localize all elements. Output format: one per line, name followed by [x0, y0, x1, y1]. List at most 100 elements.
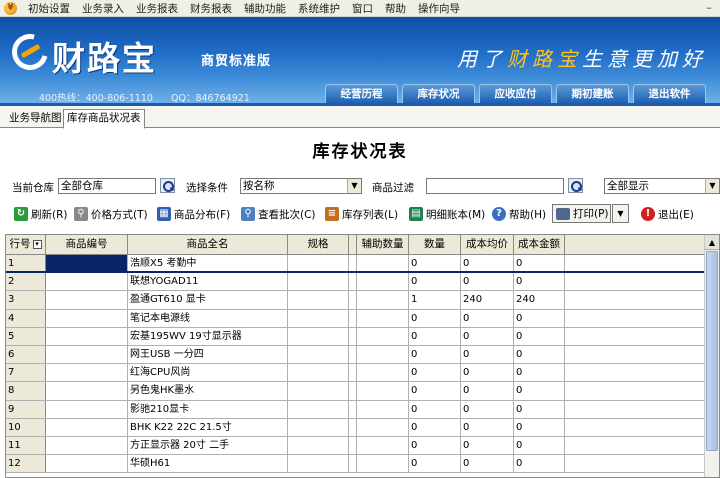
- spec-cell[interactable]: [288, 455, 349, 473]
- col-header-narrow[interactable]: [349, 235, 357, 255]
- row-number-cell[interactable]: 9: [6, 400, 46, 418]
- product-name-cell[interactable]: 红海CPU风尚: [128, 364, 288, 382]
- cost-amount-cell[interactable]: 0: [514, 273, 565, 291]
- table-row[interactable]: 5 宏基195WV 19寸显示器 0 0 0: [6, 327, 706, 346]
- table-row[interactable]: 1 浩顺X5 考勤中 0 0 0: [6, 255, 706, 274]
- menu-item-business-entry[interactable]: 业务录入: [76, 1, 130, 16]
- narrow-cell[interactable]: [349, 273, 357, 291]
- view-batch-button[interactable]: ⚲ 查看批次(C): [241, 203, 316, 225]
- avg-cost-cell[interactable]: 0: [461, 400, 514, 418]
- spec-cell[interactable]: [288, 255, 349, 272]
- row-number-cell[interactable]: 10: [6, 418, 46, 436]
- row-number-cell[interactable]: 6: [6, 345, 46, 364]
- product-name-cell[interactable]: 浩顺X5 考勤中: [128, 255, 288, 272]
- detail-ledger-button[interactable]: ▤ 明细账本(M): [409, 203, 485, 225]
- print-button[interactable]: 打印(P): [552, 204, 611, 223]
- aux-qty-cell[interactable]: [357, 400, 409, 418]
- quantity-cell[interactable]: 0: [409, 400, 461, 418]
- menu-item-auxiliary[interactable]: 辅助功能: [238, 1, 292, 16]
- chevron-down-icon[interactable]: ▼: [347, 179, 361, 193]
- table-row[interactable]: 9 影驰210显卡 0 0 0: [6, 400, 706, 419]
- product-name-cell[interactable]: 华硕H61: [128, 455, 288, 473]
- col-header-row-no[interactable]: 行号 ▾: [6, 235, 46, 255]
- avg-cost-cell[interactable]: 0: [461, 345, 514, 364]
- exit-button[interactable]: ! 退出(E): [641, 203, 694, 225]
- aux-qty-cell[interactable]: [357, 382, 409, 400]
- product-name-cell[interactable]: BHK K22 22C 21.5寸: [128, 418, 288, 436]
- chevron-down-icon[interactable]: ▼: [705, 179, 719, 193]
- product-code-cell[interactable]: [46, 345, 128, 364]
- aux-qty-cell[interactable]: [357, 291, 409, 309]
- product-name-cell[interactable]: 方正显示器 20寸 二手: [128, 436, 288, 455]
- spec-cell[interactable]: [288, 327, 349, 345]
- table-row[interactable]: 10 BHK K22 22C 21.5寸 0 0 0: [6, 418, 706, 437]
- table-row[interactable]: 2 联想YOGAD11 0 0 0: [6, 273, 706, 292]
- table-row[interactable]: 6 网王USB 一分四 0 0 0: [6, 345, 706, 365]
- price-mode-button[interactable]: ⚲ 价格方式(T): [74, 203, 148, 225]
- nav-tab-inventory-status[interactable]: 库存状况: [402, 84, 475, 103]
- narrow-cell[interactable]: [349, 436, 357, 455]
- spec-cell[interactable]: [288, 382, 349, 400]
- product-name-cell[interactable]: 另色鬼HK墨水: [128, 382, 288, 400]
- product-code-cell[interactable]: [46, 309, 128, 327]
- col-header-avg-cost[interactable]: 成本均价: [461, 235, 514, 255]
- row-number-cell[interactable]: 3: [6, 291, 46, 309]
- nav-tab-exit-software[interactable]: 退出软件: [633, 84, 706, 103]
- stock-list-button[interactable]: ≡ 库存列表(L): [325, 203, 398, 225]
- warehouse-search-icon[interactable]: [160, 178, 175, 193]
- narrow-cell[interactable]: [349, 364, 357, 382]
- nav-tab-opening-setup[interactable]: 期初建账: [556, 84, 629, 103]
- product-distribution-button[interactable]: ▦ 商品分布(F): [157, 203, 230, 225]
- quantity-cell[interactable]: 0: [409, 418, 461, 436]
- avg-cost-cell[interactable]: 0: [461, 364, 514, 382]
- product-code-cell[interactable]: [46, 291, 128, 309]
- scroll-thumb[interactable]: [706, 251, 718, 451]
- vertical-scrollbar[interactable]: ▲: [704, 235, 719, 477]
- sort-icon[interactable]: ▾: [32, 239, 42, 249]
- cost-amount-cell[interactable]: 0: [514, 345, 565, 364]
- menu-item-window[interactable]: 窗口: [346, 1, 379, 16]
- scroll-up-icon[interactable]: ▲: [705, 235, 719, 250]
- quantity-cell[interactable]: 0: [409, 273, 461, 291]
- nav-tab-business-history[interactable]: 经营历程: [325, 84, 398, 103]
- menu-item-system-maintenance[interactable]: 系统维护: [292, 1, 346, 16]
- avg-cost-cell[interactable]: 0: [461, 309, 514, 327]
- quantity-cell[interactable]: 0: [409, 455, 461, 473]
- quantity-cell[interactable]: 0: [409, 309, 461, 327]
- row-number-cell[interactable]: 1: [6, 255, 46, 272]
- quantity-cell[interactable]: 0: [409, 436, 461, 455]
- row-number-cell[interactable]: 4: [6, 309, 46, 327]
- menu-item-finance-reports[interactable]: 财务报表: [184, 1, 238, 16]
- avg-cost-cell[interactable]: 0: [461, 255, 514, 272]
- narrow-cell[interactable]: [349, 327, 357, 345]
- minimize-button[interactable]: –: [702, 1, 716, 15]
- table-row[interactable]: 11 方正显示器 20寸 二手 0 0 0: [6, 436, 706, 456]
- row-number-cell[interactable]: 11: [6, 436, 46, 455]
- narrow-cell[interactable]: [349, 418, 357, 436]
- cost-amount-cell[interactable]: 0: [514, 255, 565, 272]
- spec-cell[interactable]: [288, 364, 349, 382]
- aux-qty-cell[interactable]: [357, 273, 409, 291]
- aux-qty-cell[interactable]: [357, 364, 409, 382]
- row-number-cell[interactable]: 8: [6, 382, 46, 400]
- narrow-cell[interactable]: [349, 255, 357, 272]
- product-code-cell[interactable]: [46, 364, 128, 382]
- spec-cell[interactable]: [288, 418, 349, 436]
- product-search-icon[interactable]: [568, 178, 583, 193]
- cost-amount-cell[interactable]: 0: [514, 364, 565, 382]
- table-row[interactable]: 12 华硕H61 0 0 0: [6, 455, 706, 474]
- avg-cost-cell[interactable]: 0: [461, 436, 514, 455]
- row-number-cell[interactable]: 7: [6, 364, 46, 382]
- display-mode-select[interactable]: 全部显示 ▼: [604, 178, 720, 194]
- menu-item-initial-setup[interactable]: 初始设置: [22, 1, 76, 16]
- spec-cell[interactable]: [288, 436, 349, 455]
- warehouse-field[interactable]: 全部仓库: [58, 178, 156, 194]
- product-name-cell[interactable]: 笔记本电源线: [128, 309, 288, 327]
- table-row[interactable]: 3 盈通GT610 显卡 1 240 240: [6, 291, 706, 310]
- quantity-cell[interactable]: 1: [409, 291, 461, 309]
- cost-amount-cell[interactable]: 240: [514, 291, 565, 309]
- help-button[interactable]: ? 帮助(H): [492, 203, 546, 225]
- col-header-spec[interactable]: 规格: [288, 235, 349, 255]
- avg-cost-cell[interactable]: 0: [461, 382, 514, 400]
- quantity-cell[interactable]: 0: [409, 382, 461, 400]
